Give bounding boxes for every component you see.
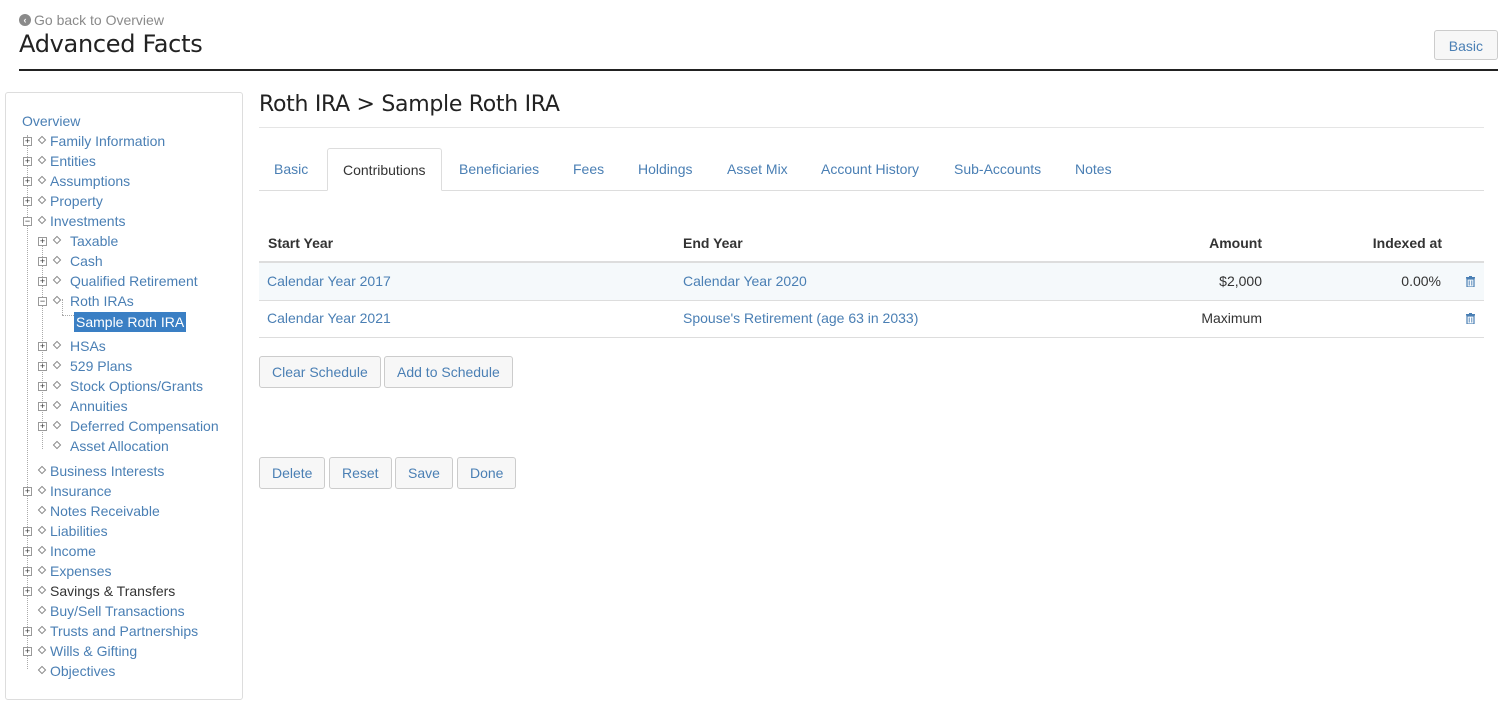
expand-icon[interactable]: + <box>23 487 32 496</box>
node-diamond-icon <box>37 625 47 635</box>
back-to-overview-link[interactable]: ‹ Go back to Overview <box>19 12 164 28</box>
tab-holdings[interactable]: Holdings <box>623 148 707 190</box>
node-diamond-icon <box>52 295 62 305</box>
column-header-amount: Amount <box>1209 235 1262 251</box>
collapse-icon[interactable]: − <box>38 297 47 306</box>
add-to-schedule-button[interactable]: Add to Schedule <box>384 356 513 388</box>
circle-arrow-left-icon: ‹ <box>19 14 31 26</box>
expand-icon[interactable]: + <box>38 237 47 246</box>
start-year-link[interactable]: Calendar Year 2021 <box>267 300 391 337</box>
node-diamond-icon <box>52 235 62 245</box>
expand-icon[interactable]: + <box>23 157 32 166</box>
expand-icon[interactable]: + <box>23 567 32 576</box>
expand-icon[interactable]: + <box>23 197 32 206</box>
start-year-link[interactable]: Calendar Year 2017 <box>267 263 391 300</box>
basic-mode-button[interactable]: Basic <box>1433 30 1498 60</box>
expand-icon[interactable]: + <box>23 587 32 596</box>
node-diamond-icon <box>37 135 47 145</box>
node-diamond-icon <box>52 255 62 265</box>
column-header-start-year: Start Year <box>268 235 334 251</box>
indexed-at-value: 0.00% <box>1401 273 1441 289</box>
header-divider <box>19 69 1498 71</box>
node-diamond-icon <box>37 525 47 535</box>
tab-notes[interactable]: Notes <box>1060 148 1127 190</box>
tree-connector <box>62 315 74 316</box>
page-title: Advanced Facts <box>19 30 203 58</box>
tab-asset-mix[interactable]: Asset Mix <box>712 148 803 190</box>
tab-basic[interactable]: Basic <box>259 148 323 190</box>
tab-fees[interactable]: Fees <box>558 148 619 190</box>
delete-button[interactable]: Delete <box>259 457 326 489</box>
table-row: Calendar Year 2017 Calendar Year 2020 $2… <box>259 263 1484 301</box>
tab-account-history[interactable]: Account History <box>806 148 934 190</box>
expand-icon[interactable]: + <box>23 547 32 556</box>
expand-icon[interactable]: + <box>38 277 47 286</box>
node-diamond-icon <box>37 175 47 185</box>
trash-icon[interactable] <box>1465 313 1476 324</box>
expand-icon[interactable]: + <box>23 177 32 186</box>
node-diamond-icon <box>37 645 47 655</box>
expand-icon[interactable]: + <box>38 342 47 351</box>
node-diamond-icon <box>37 465 47 475</box>
column-header-indexed-at: Indexed at <box>1372 235 1442 251</box>
node-diamond-icon <box>37 565 47 575</box>
node-diamond-icon <box>37 485 47 495</box>
expand-icon[interactable]: + <box>23 527 32 536</box>
sidebar-tree: Overview + Family Information + Entities… <box>5 92 243 700</box>
node-diamond-icon <box>52 400 62 410</box>
tab-bar: Basic Contributions Beneficiaries Fees H… <box>259 148 1484 191</box>
node-diamond-icon <box>52 360 62 370</box>
save-button[interactable]: Save <box>395 457 453 489</box>
expand-icon[interactable]: + <box>38 257 47 266</box>
reset-button[interactable]: Reset <box>329 457 392 489</box>
section-divider <box>259 127 1484 128</box>
expand-icon[interactable]: + <box>38 362 47 371</box>
node-diamond-icon <box>52 380 62 390</box>
table-row: Calendar Year 2021 Spouse's Retirement (… <box>259 300 1484 338</box>
node-diamond-icon <box>37 215 47 225</box>
end-year-link[interactable]: Spouse's Retirement (age 63 in 2033) <box>683 300 918 337</box>
amount-value: Maximum <box>1201 310 1262 326</box>
tab-sub-accounts[interactable]: Sub-Accounts <box>939 148 1056 190</box>
expand-icon[interactable]: + <box>38 382 47 391</box>
trash-icon[interactable] <box>1465 276 1476 287</box>
tab-beneficiaries[interactable]: Beneficiaries <box>444 148 554 190</box>
column-header-end-year: End Year <box>683 235 743 251</box>
node-diamond-icon <box>37 665 47 675</box>
done-button[interactable]: Done <box>457 457 517 489</box>
node-diamond-icon <box>37 585 47 595</box>
tree-connector <box>62 299 63 315</box>
node-diamond-icon <box>37 195 47 205</box>
expand-icon[interactable]: + <box>23 137 32 146</box>
expand-icon[interactable]: + <box>23 627 32 636</box>
node-diamond-icon <box>37 155 47 165</box>
node-diamond-icon <box>37 505 47 515</box>
node-diamond-icon <box>37 545 47 555</box>
amount-value: $2,000 <box>1219 273 1262 289</box>
clear-schedule-button[interactable]: Clear Schedule <box>259 356 381 388</box>
collapse-icon[interactable]: − <box>23 217 32 226</box>
expand-icon[interactable]: + <box>38 422 47 431</box>
end-year-link[interactable]: Calendar Year 2020 <box>683 263 807 300</box>
expand-icon[interactable]: + <box>23 647 32 656</box>
node-diamond-icon <box>52 440 62 450</box>
node-diamond-icon <box>52 340 62 350</box>
node-diamond-icon <box>52 420 62 430</box>
tab-contributions[interactable]: Contributions <box>327 148 442 191</box>
node-diamond-icon <box>52 275 62 285</box>
back-link-label: Go back to Overview <box>34 12 164 28</box>
section-title: Roth IRA > Sample Roth IRA <box>259 92 560 117</box>
expand-icon[interactable]: + <box>38 402 47 411</box>
node-diamond-icon <box>37 605 47 615</box>
